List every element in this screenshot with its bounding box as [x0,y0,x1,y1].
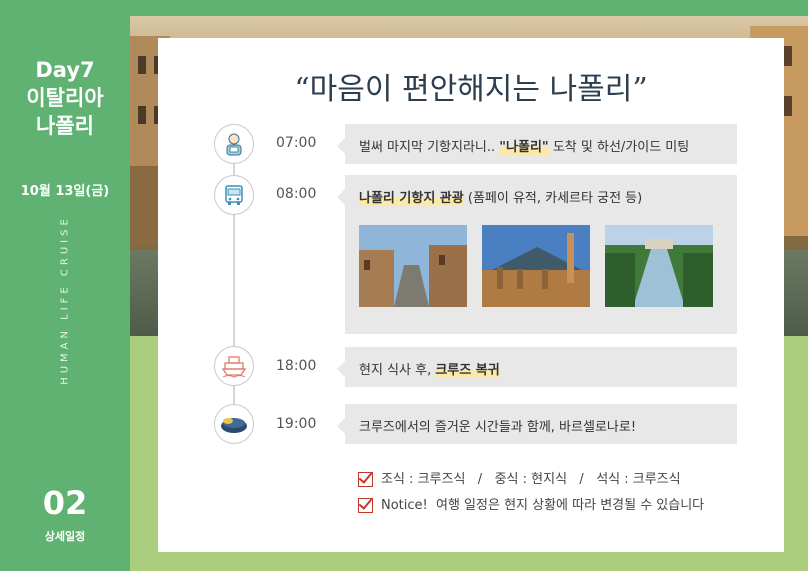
schedule-highlight: 나폴리 기항지 관광 [359,191,464,206]
ship-icon [214,346,254,386]
note-text: 조식 : 크루즈식 / 중식 : 현지식 / 석식 : 크루즈식 [381,472,681,487]
city-label: 나폴리 [36,114,94,138]
time-label: 07:00 [276,135,317,151]
schedule-box: 벌써 마지막 기항지라니.. "나폴리" 도착 및 하선/가이드 미팅 [337,124,737,164]
schedule-text: 벌써 마지막 기항지라니.. "나폴리" 도착 및 하선/가이드 미팅 [359,136,689,155]
schedule-text: 나폴리 기항지 관광 (폼페이 유적, 카세르타 궁전 등) [359,187,642,206]
pompeii-street-photo [359,225,467,307]
time-label: 08:00 [276,186,317,202]
meal-note: 조식 : 크루즈식 / 중식 : 현지식 / 석식 : 크루즈식 [358,468,681,487]
date-label: 10월 13일(금) [20,184,110,199]
country-label: 이탈리아 [26,86,104,110]
brand-vertical-text: HUMAN LIFE CRUISE [59,215,71,385]
sidebar: Day7 이탈리아 나폴리 10월 13일(금) HUMAN LIFE CRUI… [0,0,130,571]
time-label: 19:00 [276,416,317,432]
vesuvius-ruins-photo [482,225,590,307]
top-green-bar [130,0,808,16]
checkbox-checked-icon [358,498,373,513]
bus-icon [214,175,254,215]
itinerary-card: “마음이 편안해지는 나폴리” 07:00 벌써 마지막 기항지라니.. "나폴… [158,38,784,552]
schedule-text-pre: 벌써 마지막 기항지라니.. [359,140,500,155]
time-label: 18:00 [276,358,317,374]
schedule-highlight: 크루즈 복귀 [435,363,500,378]
page-number: 02 [42,484,88,522]
notice-note: Notice! 여행 일정은 현지 상황에 따라 변경될 수 있습니다 [358,494,704,513]
schedule-box: 나폴리 기항지 관광 (폼페이 유적, 카세르타 궁전 등) [337,175,737,334]
day-label: Day7 [35,58,95,82]
section-label: 상세일정 [44,530,86,543]
schedule-text-post: (폼페이 유적, 카세르타 궁전 등) [463,191,643,206]
schedule-text: 크루즈에서의 즐거운 시간들과 함께, 바르셀로나로! [359,420,637,435]
schedule-text-pre: 현지 식사 후, [359,363,436,378]
page-title: “마음이 편안해지는 나폴리” [294,72,648,107]
bed-icon [214,404,254,444]
schedule-text-post: 도착 및 하선/가이드 미팅 [548,140,690,155]
note-text: Notice! 여행 일정은 현지 상황에 따라 변경될 수 있습니다 [381,498,705,513]
checkbox-checked-icon [358,472,373,487]
schedule-text: 현지 식사 후, 크루즈 복귀 [359,359,500,378]
schedule-box: 크루즈에서의 즐거운 시간들과 함께, 바르셀로나로! [337,404,737,444]
schedule-highlight: "나폴리" [499,140,549,155]
caserta-palace-gardens-photo [605,225,713,307]
sidebar-title: Day7 이탈리아 나폴리 [0,56,130,140]
guide-person-icon [214,124,254,164]
schedule-box: 현지 식사 후, 크루즈 복귀 [337,347,737,387]
